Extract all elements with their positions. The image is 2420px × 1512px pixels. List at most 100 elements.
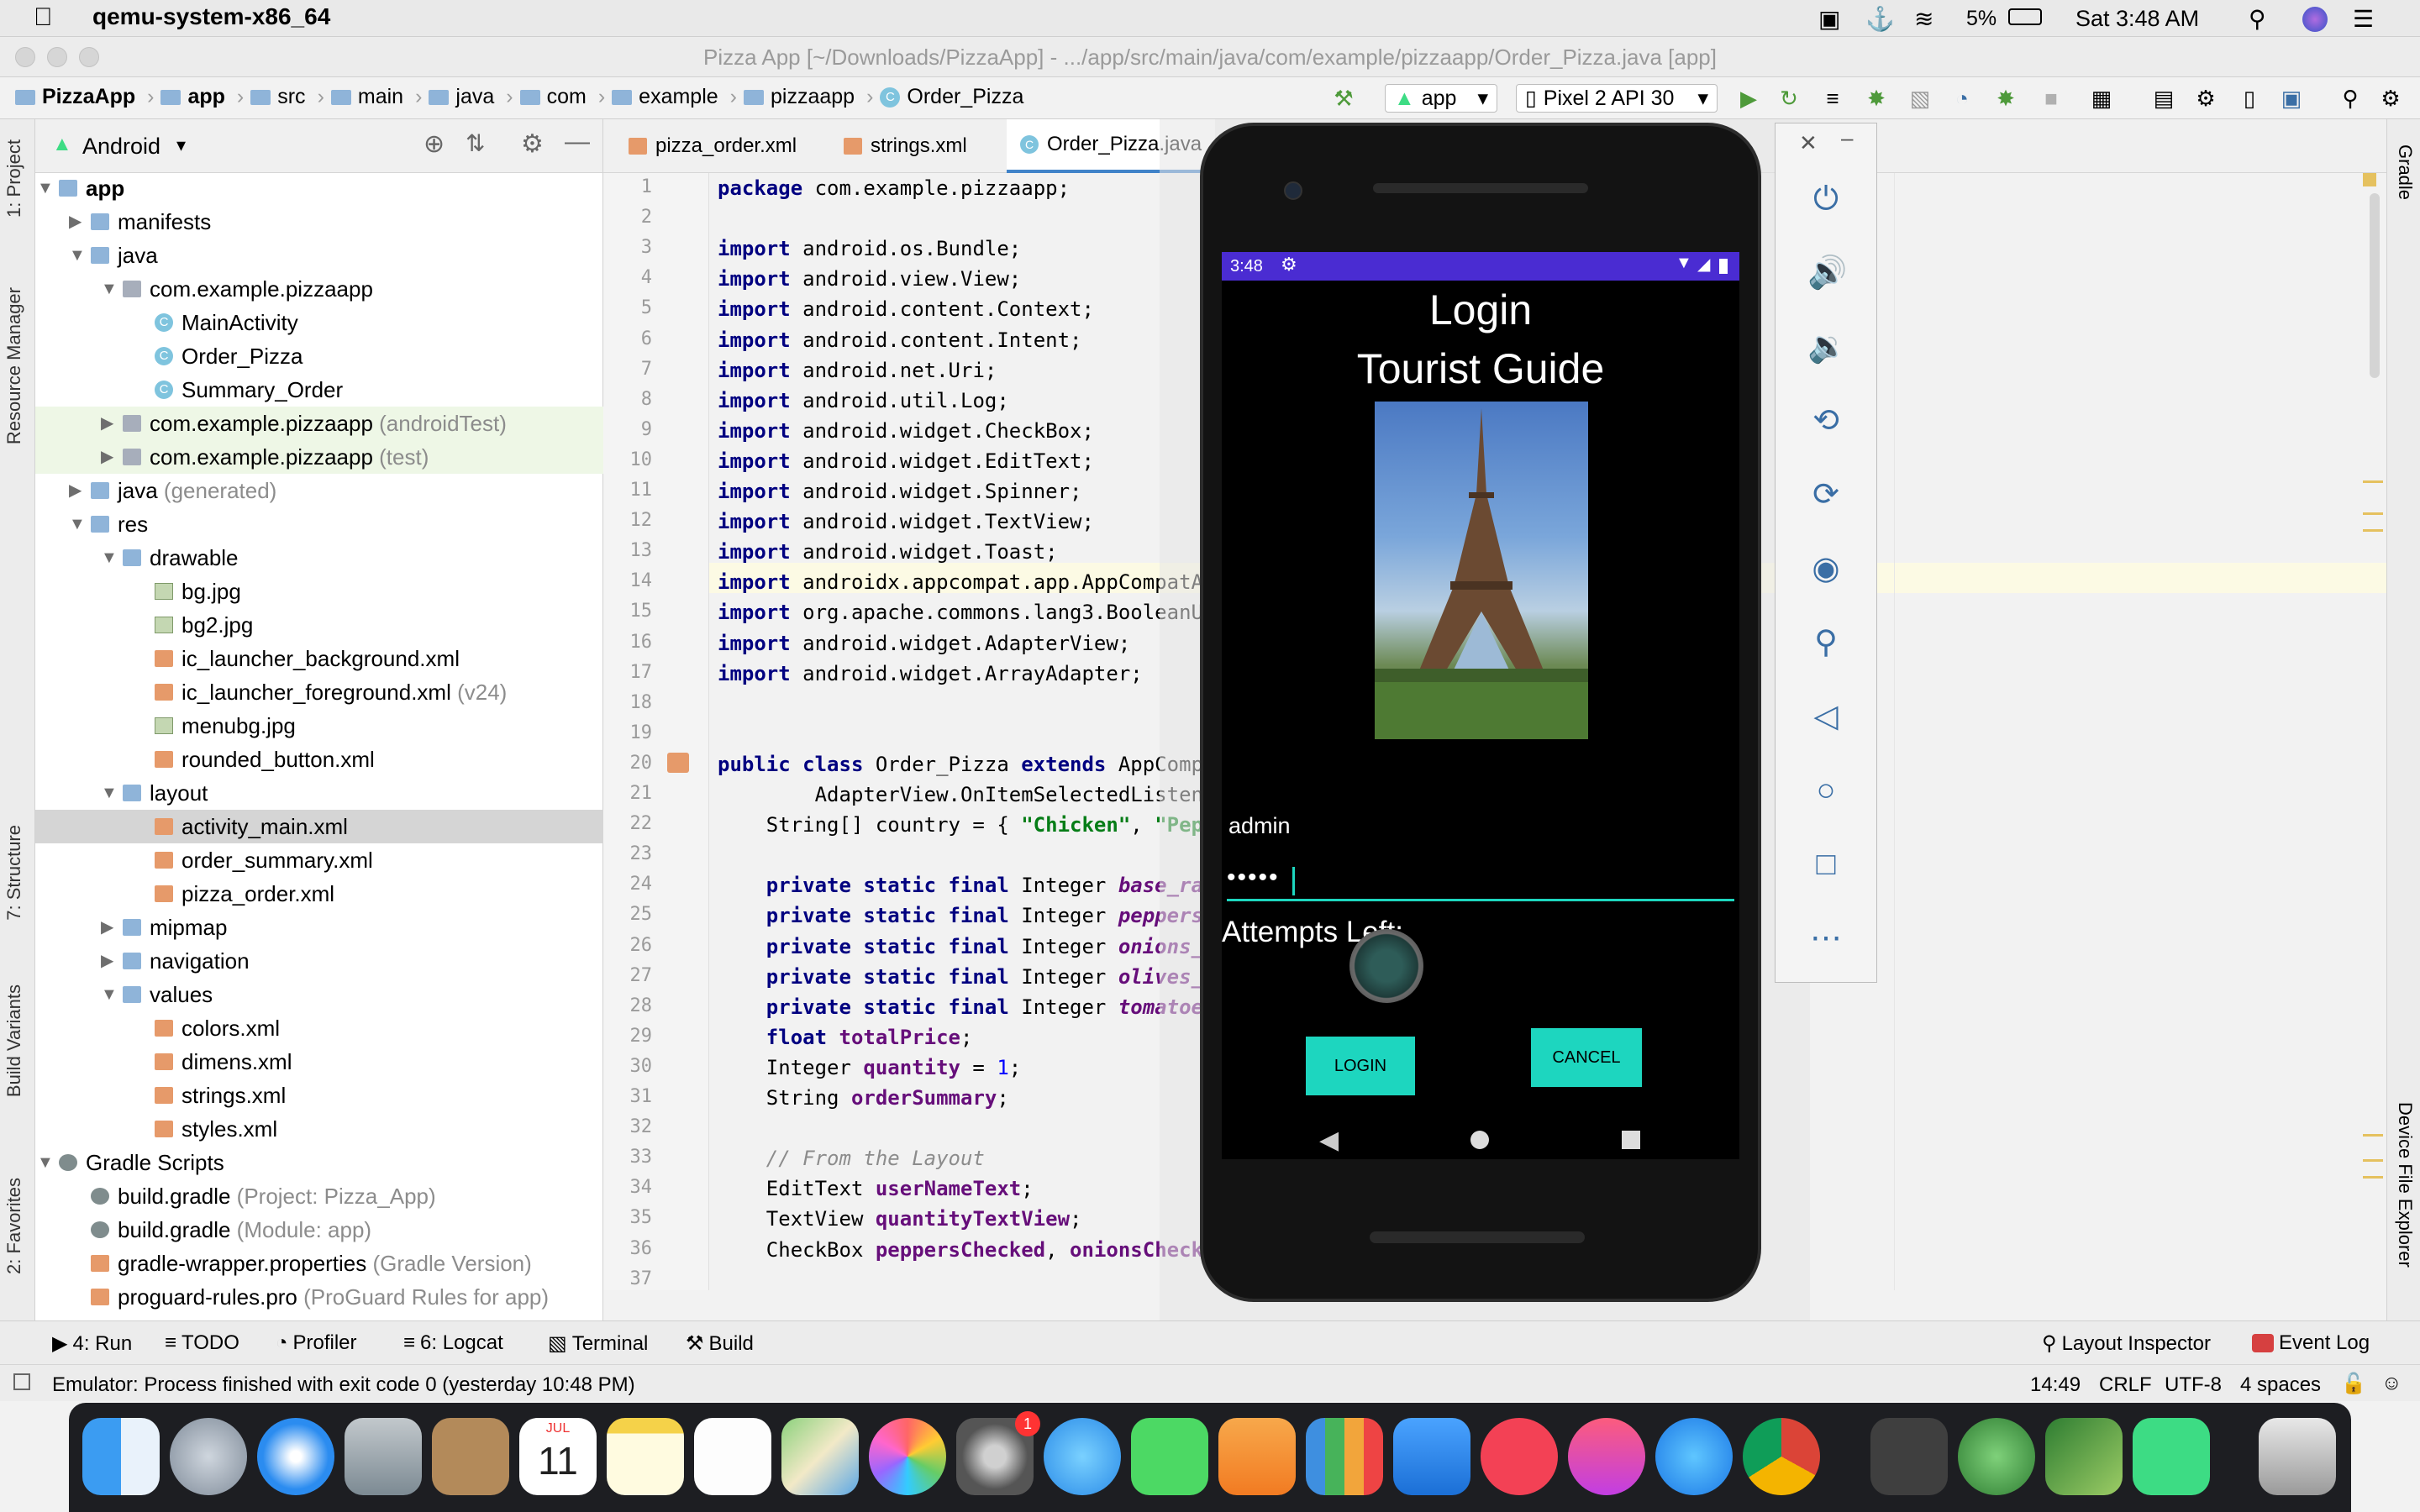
apply-changes-icon[interactable]: ↻: [1776, 86, 1802, 111]
settings-icon[interactable]: ⚙: [2378, 86, 2403, 111]
tree-item[interactable]: ▶ manifests: [35, 205, 603, 239]
zoom-icon[interactable]: ⚲: [1807, 624, 1844, 661]
tree-item[interactable]: order_summary.xml: [35, 843, 603, 877]
trash-icon[interactable]: [2259, 1418, 2336, 1495]
breadcrumb-item[interactable]: PizzaApp: [42, 85, 135, 109]
safari-icon[interactable]: [257, 1418, 334, 1495]
breadcrumb-item[interactable]: main: [358, 85, 403, 109]
expand-arrow-right-icon[interactable]: ▶: [101, 911, 113, 944]
expand-arrow-down-icon[interactable]: ▼: [101, 978, 118, 1011]
expand-arrow-down-icon[interactable]: ▼: [101, 272, 118, 306]
tree-item[interactable]: ▶ com.example.pizzaapp (test): [35, 440, 603, 474]
tree-item[interactable]: activity_main.xml: [35, 810, 603, 843]
tree-item[interactable]: ic_launcher_foreground.xml (v24): [35, 675, 603, 709]
memory-indicator-icon[interactable]: ☺: [2381, 1372, 2402, 1395]
system-preferences-icon[interactable]: 1: [956, 1411, 1040, 1495]
tree-item[interactable]: C Summary_Order: [35, 373, 603, 407]
tool-run[interactable]: ▶ 4: Run: [52, 1331, 132, 1356]
line-separator[interactable]: CRLF: [2099, 1373, 2152, 1397]
news-icon[interactable]: [1481, 1418, 1558, 1495]
notes-icon[interactable]: [607, 1418, 684, 1495]
docker-icon[interactable]: ⚓: [1865, 5, 1895, 33]
file-encoding[interactable]: UTF-8: [2165, 1373, 2222, 1397]
reminders-icon[interactable]: [694, 1418, 771, 1495]
caret-position[interactable]: 14:49: [2030, 1373, 2081, 1397]
tree-item[interactable]: ▼ drawable: [35, 541, 603, 575]
device-manager-icon[interactable]: ▯: [2237, 86, 2262, 111]
password-field[interactable]: •••••: [1227, 864, 1280, 892]
sync-gradle-icon[interactable]: ⚙: [2193, 86, 2218, 111]
volume-down-icon[interactable]: 🔉: [1807, 328, 1847, 365]
attach-debugger-icon[interactable]: ▧: [1907, 86, 1933, 111]
editor-tab[interactable]: pizza_order.xml: [615, 119, 810, 173]
expand-arrow-down-icon[interactable]: ▼: [101, 776, 118, 810]
tool-logcat[interactable]: ≡ 6: Logcat: [403, 1331, 503, 1355]
tree-item[interactable]: proguard-rules.pro (ProGuard Rules for a…: [35, 1280, 603, 1314]
rotate-left-icon[interactable]: ⟲: [1807, 402, 1844, 439]
breadcrumb-item[interactable]: example: [639, 85, 718, 109]
locate-file-icon[interactable]: ⊕: [424, 129, 445, 159]
breadcrumb-item[interactable]: java: [455, 85, 494, 109]
avd-manager-icon[interactable]: ▤: [2151, 86, 2176, 111]
class-gutter-icon[interactable]: [667, 753, 689, 773]
clock[interactable]: Sat 3:48 AM: [2075, 6, 2199, 32]
tool-window-device-file-explorer[interactable]: Device File Explorer: [2394, 1102, 2416, 1268]
profile-icon[interactable]: ◔: [1949, 86, 1975, 111]
cube-icon[interactable]: ▣: [1818, 5, 1840, 33]
active-app-name[interactable]: qemu-system-x86_64: [92, 3, 330, 30]
tree-item[interactable]: ▼ res: [35, 507, 603, 541]
minimize-emulator-icon[interactable]: –: [1841, 125, 1853, 151]
launchpad-icon[interactable]: [170, 1418, 247, 1495]
tree-item[interactable]: styles.xml: [35, 1112, 603, 1146]
tree-item[interactable]: strings.xml: [35, 1079, 603, 1112]
tool-window-favorites[interactable]: 2: Favorites: [3, 1178, 25, 1274]
calendar-icon[interactable]: JUL 11: [519, 1418, 597, 1495]
apply-code-changes-icon[interactable]: ≡: [1820, 86, 1845, 111]
login-button[interactable]: LOGIN: [1306, 1037, 1415, 1095]
expand-arrow-right-icon[interactable]: ▶: [101, 944, 113, 978]
tree-item[interactable]: ▼ java: [35, 239, 603, 272]
back-icon[interactable]: ◁: [1807, 698, 1844, 735]
camera-screenshot-icon[interactable]: ◉: [1807, 550, 1844, 587]
debug-icon[interactable]: ✸: [1864, 86, 1889, 111]
photos-icon[interactable]: [869, 1418, 946, 1495]
project-structure-icon[interactable]: ▦: [2089, 86, 2114, 111]
tree-item[interactable]: build.gradle (Project: Pizza_App): [35, 1179, 603, 1213]
close-emulator-icon[interactable]: ✕: [1799, 130, 1818, 156]
messages-icon[interactable]: [1044, 1418, 1121, 1495]
apple-menu-icon[interactable]: : [34, 3, 53, 32]
expand-arrow-down-icon[interactable]: ▼: [101, 541, 118, 575]
sdk-manager-icon[interactable]: ▣: [2279, 86, 2304, 111]
breadcrumb-item[interactable]: app: [187, 85, 224, 109]
tree-item[interactable]: ▶ com.example.pizzaapp (androidTest): [35, 407, 603, 440]
contacts-icon[interactable]: [432, 1418, 509, 1495]
gear-icon[interactable]: ⚙: [521, 129, 544, 159]
hide-panel-icon[interactable]: —: [565, 128, 590, 156]
rotate-right-icon[interactable]: ⟳: [1807, 476, 1844, 513]
indent-setting[interactable]: 4 spaces: [2240, 1373, 2321, 1397]
tool-build[interactable]: ⚒ Build: [686, 1331, 754, 1356]
expand-arrow-down-icon[interactable]: ▼: [37, 1146, 54, 1179]
tree-item[interactable]: ▼ app: [35, 171, 603, 205]
siri-icon[interactable]: [2302, 7, 2328, 32]
music-icon[interactable]: [1568, 1418, 1645, 1495]
android-home-button[interactable]: [1470, 1131, 1489, 1149]
maps-icon[interactable]: [781, 1418, 859, 1495]
coverage-icon[interactable]: ✸: [1993, 86, 2018, 111]
editor-tab[interactable]: strings.xml: [830, 119, 981, 173]
overview-icon[interactable]: □: [1807, 846, 1844, 883]
toggle-tool-windows-icon[interactable]: [13, 1373, 30, 1390]
tree-item[interactable]: colors.xml: [35, 1011, 603, 1045]
expand-arrow-right-icon[interactable]: ▶: [69, 205, 82, 239]
tree-item[interactable]: build.gradle (Module: app): [35, 1213, 603, 1247]
tree-item[interactable]: ▼ layout: [35, 776, 603, 810]
tool-profiler[interactable]: ◔ Profiler: [276, 1331, 357, 1355]
tool-window-structure[interactable]: 7: Structure: [3, 825, 25, 921]
power-icon[interactable]: ⏻: [1807, 181, 1844, 218]
tree-item[interactable]: ▶ navigation: [35, 944, 603, 978]
expand-arrow-right-icon[interactable]: ▶: [101, 440, 113, 474]
chevron-down-icon[interactable]: ▾: [176, 134, 186, 156]
sublime-text-icon[interactable]: [1870, 1418, 1948, 1495]
breadcrumb-item[interactable]: Order_Pizza: [907, 85, 1023, 109]
expand-arrow-down-icon[interactable]: ▼: [69, 239, 86, 272]
